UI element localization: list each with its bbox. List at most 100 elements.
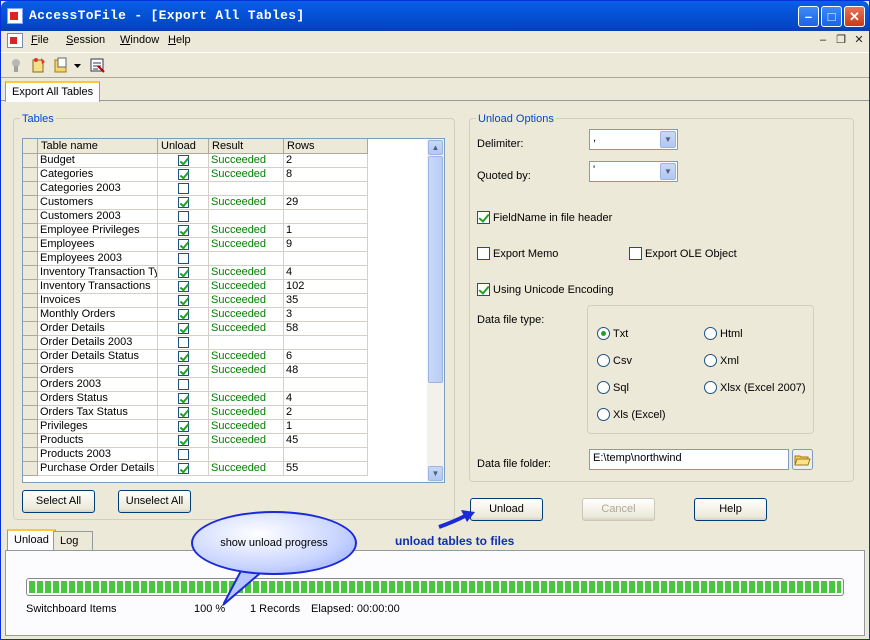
tab-export-all-tables[interactable]: Export All Tables [5, 81, 101, 102]
radio-xls[interactable] [597, 408, 610, 421]
unload-button[interactable]: Unload [470, 498, 543, 521]
cell-unload[interactable] [158, 224, 209, 238]
open-session-icon[interactable] [54, 57, 71, 73]
table-row[interactable]: Employee Privileges Succeeded 1 [23, 224, 427, 238]
chevron-down-icon[interactable]: ▼ [660, 163, 676, 180]
unload-checkbox[interactable] [178, 449, 189, 460]
unicode-encoding-checkbox[interactable] [477, 283, 490, 296]
table-row[interactable]: Customers 2003 [23, 210, 427, 224]
table-row[interactable]: Inventory Transaction Ty Succeeded 4 [23, 266, 427, 280]
menu-session[interactable]: Session [66, 34, 105, 46]
minimize-button[interactable]: – [798, 6, 819, 27]
new-session-icon[interactable] [30, 57, 47, 73]
radio-xml-label[interactable]: Xml [720, 355, 739, 367]
menu-window[interactable]: Window [120, 34, 159, 46]
mdi-minimize-button[interactable]: – [816, 34, 830, 47]
column-header-rows[interactable]: Rows [284, 139, 368, 154]
unload-checkbox[interactable] [178, 169, 189, 180]
cell-unload[interactable] [158, 448, 209, 462]
unload-checkbox[interactable] [178, 351, 189, 362]
unload-checkbox[interactable] [178, 435, 189, 446]
row-selector[interactable] [23, 266, 38, 280]
menu-file[interactable]: File [31, 34, 49, 46]
cell-unload[interactable] [158, 168, 209, 182]
cell-unload[interactable] [158, 336, 209, 350]
fieldname-header-label[interactable]: FieldName in file header [493, 212, 612, 224]
column-header-result[interactable]: Result [209, 139, 284, 154]
table-row[interactable]: Orders Tax Status Succeeded 2 [23, 406, 427, 420]
row-selector[interactable] [23, 420, 38, 434]
maximize-button[interactable]: □ [821, 6, 842, 27]
table-row[interactable]: Orders Status Succeeded 4 [23, 392, 427, 406]
unload-checkbox[interactable] [178, 407, 189, 418]
help-button[interactable]: Help [694, 498, 767, 521]
radio-html-label[interactable]: Html [720, 328, 743, 340]
data-file-folder-input[interactable]: E:\temp\northwind [589, 449, 789, 470]
chevron-down-icon[interactable]: ▼ [660, 131, 676, 148]
cell-unload[interactable] [158, 210, 209, 224]
table-row[interactable]: Invoices Succeeded 35 [23, 294, 427, 308]
row-selector[interactable] [23, 336, 38, 350]
export-ole-checkbox[interactable] [629, 247, 642, 260]
cell-unload[interactable] [158, 378, 209, 392]
unload-checkbox[interactable] [178, 239, 189, 250]
cell-unload[interactable] [158, 308, 209, 322]
table-row[interactable]: Budget Succeeded 2 [23, 154, 427, 168]
cell-unload[interactable] [158, 350, 209, 364]
row-selector[interactable] [23, 462, 38, 476]
cell-unload[interactable] [158, 280, 209, 294]
tab-log[interactable]: Log [53, 531, 93, 551]
export-ole-label[interactable]: Export OLE Object [645, 248, 737, 260]
unload-checkbox[interactable] [178, 253, 189, 264]
radio-html[interactable] [704, 327, 717, 340]
radio-xlsx[interactable] [704, 381, 717, 394]
delimiter-select[interactable]: , ▼ [589, 129, 678, 150]
mdi-restore-button[interactable]: ❐ [834, 34, 848, 47]
radio-sql[interactable] [597, 381, 610, 394]
cell-unload[interactable] [158, 462, 209, 476]
row-selector[interactable] [23, 322, 38, 336]
cell-unload[interactable] [158, 294, 209, 308]
unload-checkbox[interactable] [178, 463, 189, 474]
row-selector[interactable] [23, 168, 38, 182]
row-selector[interactable] [23, 182, 38, 196]
radio-xlsx-label[interactable]: Xlsx (Excel 2007) [720, 382, 806, 394]
table-row[interactable]: Categories 2003 [23, 182, 427, 196]
unload-checkbox[interactable] [178, 323, 189, 334]
radio-csv-label[interactable]: Csv [613, 355, 632, 367]
row-selector[interactable] [23, 406, 38, 420]
table-row[interactable]: Products 2003 [23, 448, 427, 462]
table-row[interactable]: Products Succeeded 45 [23, 434, 427, 448]
select-all-button[interactable]: Select All [22, 490, 95, 513]
radio-sql-label[interactable]: Sql [613, 382, 629, 394]
row-selector[interactable] [23, 364, 38, 378]
cell-unload[interactable] [158, 406, 209, 420]
table-row[interactable]: Inventory Transactions Succeeded 102 [23, 280, 427, 294]
table-row[interactable]: Orders Succeeded 48 [23, 364, 427, 378]
cell-unload[interactable] [158, 154, 209, 168]
unload-checkbox[interactable] [178, 295, 189, 306]
cell-unload[interactable] [158, 392, 209, 406]
row-selector[interactable] [23, 308, 38, 322]
unload-checkbox[interactable] [178, 379, 189, 390]
properties-icon[interactable] [89, 57, 106, 73]
table-row[interactable]: Privileges Succeeded 1 [23, 420, 427, 434]
export-memo-label[interactable]: Export Memo [493, 248, 558, 260]
unload-checkbox[interactable] [178, 309, 189, 320]
unload-checkbox[interactable] [178, 393, 189, 404]
unload-checkbox[interactable] [178, 337, 189, 348]
scroll-down-icon[interactable]: ▼ [428, 466, 443, 481]
table-row[interactable]: Order Details Status Succeeded 6 [23, 350, 427, 364]
cell-unload[interactable] [158, 364, 209, 378]
unload-checkbox[interactable] [178, 197, 189, 208]
table-row[interactable]: Orders 2003 [23, 378, 427, 392]
unload-checkbox[interactable] [178, 183, 189, 194]
dropdown-arrow-icon[interactable] [73, 57, 82, 73]
connect-icon[interactable] [8, 57, 25, 73]
row-selector[interactable] [23, 434, 38, 448]
mdi-close-button[interactable]: ✕ [852, 34, 866, 47]
unload-checkbox[interactable] [178, 421, 189, 432]
row-selector[interactable] [23, 154, 38, 168]
row-selector[interactable] [23, 448, 38, 462]
unload-checkbox[interactable] [178, 281, 189, 292]
